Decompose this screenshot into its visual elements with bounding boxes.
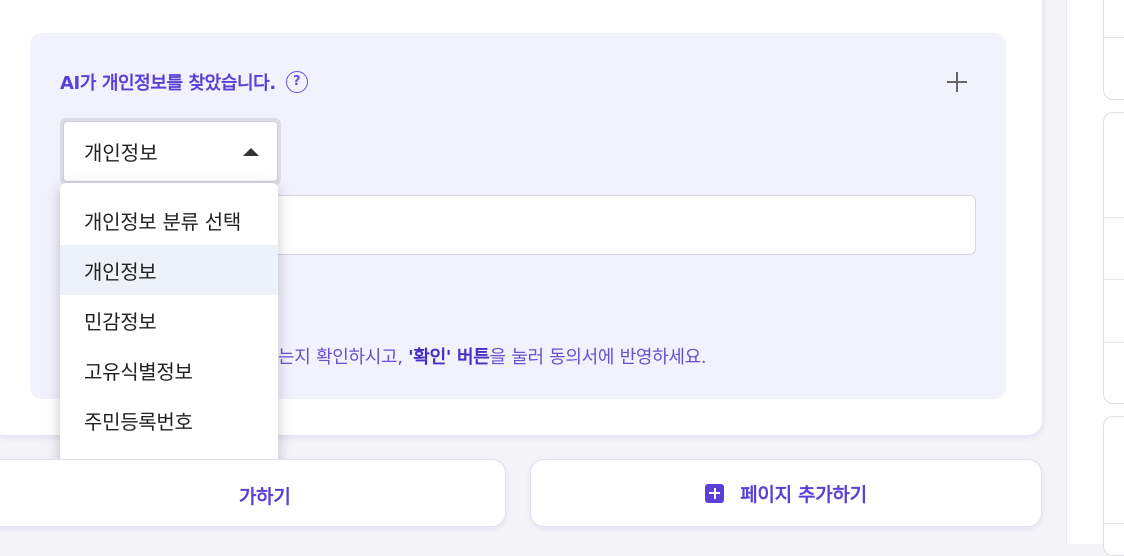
side-card-divider <box>1104 279 1124 280</box>
dropdown-option[interactable]: 주민등록번호 <box>60 395 278 445</box>
side-card-divider <box>1104 37 1124 38</box>
side-card-divider <box>1104 342 1124 343</box>
dropdown-option[interactable]: 개인정보 <box>60 245 278 295</box>
plus-square-icon <box>705 483 725 503</box>
hint-text-part2: 을 눌러 동의서에 반영하세요. <box>489 347 707 368</box>
plus-icon <box>947 72 967 92</box>
help-icon[interactable]: ? <box>285 71 308 93</box>
dropdown-option[interactable]: 민감정보 <box>60 295 278 345</box>
ai-panel-title: AI가 개인정보를 찾았습니다. <box>60 73 276 94</box>
ai-panel-header: AI가 개인정보를 찾았습니다. ? <box>60 70 308 94</box>
dropdown-option[interactable]: 고유식별정보 <box>60 345 278 395</box>
hint-text-bold: '확인' 버튼 <box>408 347 490 368</box>
add-page-label: 페이지 추가하기 <box>740 483 867 506</box>
category-select-value: 개인정보 <box>84 141 158 165</box>
category-select-box[interactable]: 개인정보 <box>63 121 278 182</box>
add-item-bottom-button[interactable]: 가하기 <box>0 459 506 527</box>
hint-text-part1: 는지 확인하시고, <box>278 347 409 368</box>
right-side-panel <box>1066 0 1124 556</box>
side-card-divider <box>1104 523 1124 524</box>
add-item-button[interactable] <box>942 67 972 97</box>
caret-up-icon <box>243 147 259 156</box>
side-card[interactable] <box>1103 416 1124 556</box>
hint-text: 는지 확인하시고, '확인' 버튼을 눌러 동의서에 반영하세요. <box>278 343 707 369</box>
side-card[interactable] <box>1103 112 1124 404</box>
category-dropdown: 개인정보 분류 선택 개인정보 민감정보 고유식별정보 주민등록번호 개인정보 … <box>60 183 278 504</box>
category-select[interactable]: 개인정보 <box>60 118 281 185</box>
side-card-divider <box>1104 217 1124 218</box>
add-item-bottom-label: 가하기 <box>239 486 291 508</box>
dropdown-option[interactable]: 개인정보 분류 선택 <box>60 195 278 245</box>
add-page-button[interactable]: 페이지 추가하기 <box>530 459 1042 527</box>
side-card[interactable] <box>1103 0 1124 100</box>
